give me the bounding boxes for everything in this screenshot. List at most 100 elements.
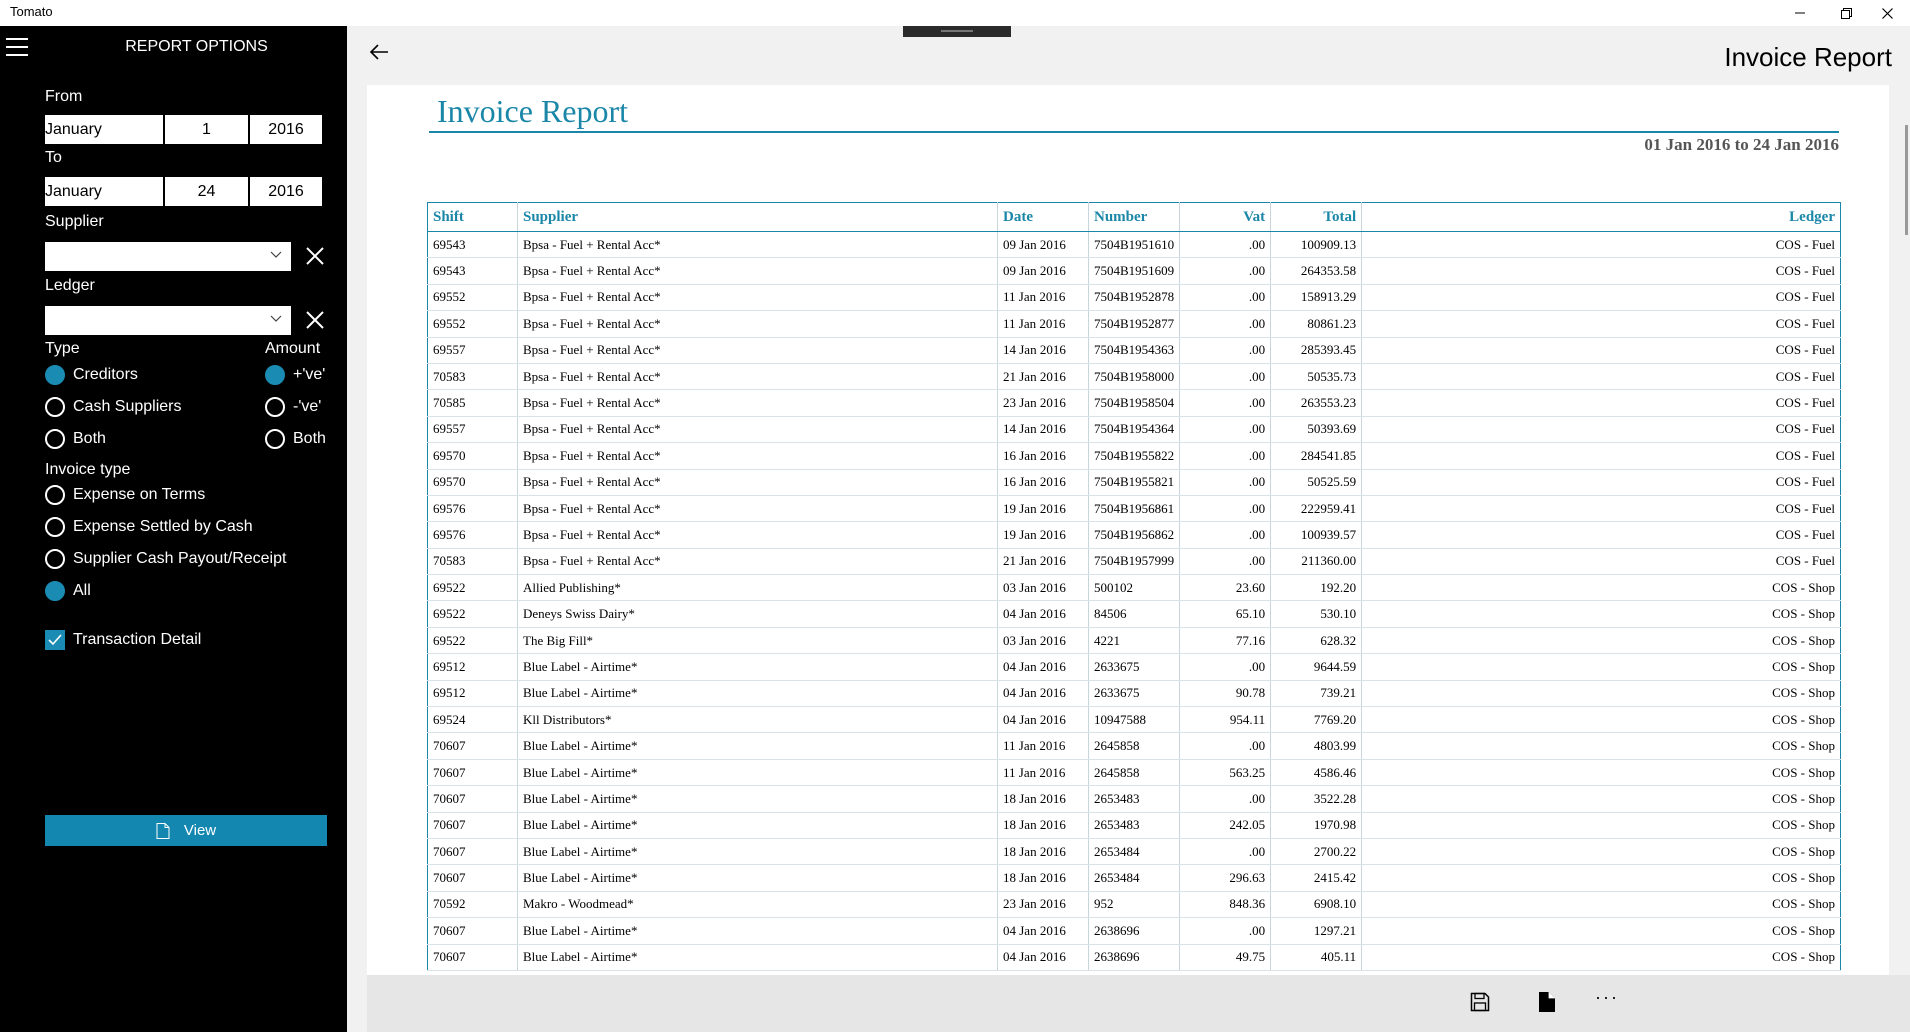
table-cell: 242.05 bbox=[1179, 812, 1271, 839]
from-month-select[interactable]: January bbox=[45, 115, 163, 144]
invoice-type-radio-settled-cash[interactable]: Expense Settled by Cash bbox=[45, 517, 253, 537]
table-row[interactable]: 70592 Makro - Woodmead* 23 Jan 2016 952 848.… bbox=[427, 891, 1841, 919]
table-cell: 70583 bbox=[427, 363, 518, 391]
radio-label: Expense Settled by Cash bbox=[73, 518, 253, 535]
table-cell: Blue Label - Airtime* bbox=[517, 680, 998, 708]
more-options-button[interactable]: ··· bbox=[1595, 987, 1619, 1008]
table-row[interactable]: 69522 Allied Publishing* 03 Jan 2016 500102… bbox=[427, 574, 1841, 602]
table-row[interactable]: 69557 Bpsa - Fuel + Rental Acc* 14 Jan 201… bbox=[427, 337, 1841, 364]
table-cell: 9644.59 bbox=[1270, 653, 1362, 681]
table-cell: Bpsa - Fuel + Rental Acc* bbox=[517, 257, 998, 285]
to-month-select[interactable]: January bbox=[45, 177, 163, 206]
title-bar: Tomato bbox=[0, 0, 1910, 26]
table-cell: 1970.98 bbox=[1270, 812, 1362, 839]
invoice-type-radio-expense-terms[interactable]: Expense on Terms bbox=[45, 485, 205, 505]
table-cell: 14 Jan 2016 bbox=[997, 337, 1089, 364]
table-cell: 23 Jan 2016 bbox=[997, 389, 1089, 417]
type-radio-cash-suppliers[interactable]: Cash Suppliers bbox=[45, 397, 182, 417]
table-cell: 6908.10 bbox=[1270, 891, 1362, 919]
table-cell: COS - Fuel bbox=[1361, 469, 1841, 496]
table-row[interactable]: 69570 Bpsa - Fuel + Rental Acc* 16 Jan 201… bbox=[427, 469, 1841, 496]
ledger-label: Ledger bbox=[45, 277, 95, 294]
table-cell: 7504B1951610 bbox=[1087, 231, 1180, 259]
clear-ledger-icon[interactable] bbox=[303, 308, 327, 332]
table-cell: COS - Shop bbox=[1361, 680, 1841, 708]
table-row[interactable]: 70607 Blue Label - Airtime* 18 Jan 2016 265… bbox=[427, 838, 1841, 866]
table-row[interactable]: 70607 Blue Label - Airtime* 11 Jan 2016 264… bbox=[427, 732, 1841, 760]
from-year-select[interactable]: 2016 bbox=[250, 115, 322, 144]
table-cell: 11 Jan 2016 bbox=[997, 310, 1089, 338]
transaction-detail-checkbox[interactable]: Transaction Detail bbox=[45, 630, 201, 650]
scrollbar-thumb[interactable] bbox=[1905, 125, 1908, 235]
save-icon[interactable] bbox=[1469, 991, 1491, 1013]
to-day-select[interactable]: 24 bbox=[165, 177, 248, 206]
vertical-scrollbar[interactable] bbox=[1904, 85, 1910, 975]
invoice-type-radio-cash-payout[interactable]: Supplier Cash Payout/Receipt bbox=[45, 549, 286, 569]
amount-radio-negative[interactable]: -'ve' bbox=[265, 397, 321, 417]
restore-button[interactable] bbox=[1823, 0, 1869, 26]
table-row[interactable]: 70607 Blue Label - Airtime* 04 Jan 2016 263… bbox=[427, 944, 1841, 971]
close-button[interactable] bbox=[1864, 0, 1910, 26]
from-day-select[interactable]: 1 bbox=[165, 115, 248, 144]
table-cell: 70607 bbox=[427, 812, 518, 839]
table-cell: 7504B1958504 bbox=[1087, 389, 1180, 417]
table-cell: 4803.99 bbox=[1270, 732, 1362, 760]
table-row[interactable]: 69512 Blue Label - Airtime* 04 Jan 2016 263… bbox=[427, 653, 1841, 681]
table-row[interactable]: 69512 Blue Label - Airtime* 04 Jan 2016 263… bbox=[427, 680, 1841, 708]
table-row[interactable]: 69552 Bpsa - Fuel + Rental Acc* 11 Jan 201… bbox=[427, 310, 1841, 338]
amount-radio-both[interactable]: Both bbox=[265, 429, 326, 449]
table-row[interactable]: 70585 Bpsa - Fuel + Rental Acc* 23 Jan 201… bbox=[427, 389, 1841, 417]
document-icon[interactable] bbox=[1536, 991, 1558, 1013]
table-cell: 11 Jan 2016 bbox=[997, 284, 1089, 312]
table-row[interactable]: 70607 Blue Label - Airtime* 18 Jan 2016 265… bbox=[427, 785, 1841, 813]
panel-title: REPORT OPTIONS bbox=[125, 38, 268, 55]
radio-label: Supplier Cash Payout/Receipt bbox=[73, 550, 287, 567]
table-cell: 7504B1958000 bbox=[1087, 363, 1180, 391]
table-row[interactable]: 70583 Bpsa - Fuel + Rental Acc* 21 Jan 201… bbox=[427, 363, 1841, 391]
table-cell: .00 bbox=[1179, 653, 1271, 681]
table-row[interactable]: 69522 Deneys Swiss Dairy* 04 Jan 2016 84506… bbox=[427, 600, 1841, 628]
back-arrow-icon[interactable] bbox=[367, 40, 391, 64]
ledger-dropdown[interactable] bbox=[45, 306, 291, 335]
table-row[interactable]: 69552 Bpsa - Fuel + Rental Acc* 11 Jan 201… bbox=[427, 284, 1841, 312]
table-cell: COS - Fuel bbox=[1361, 442, 1841, 470]
table-cell: COS - Fuel bbox=[1361, 521, 1841, 549]
table-row[interactable]: 69570 Bpsa - Fuel + Rental Acc* 16 Jan 201… bbox=[427, 442, 1841, 470]
table-cell: 69557 bbox=[427, 337, 518, 364]
type-radio-creditors[interactable]: Creditors bbox=[45, 365, 138, 385]
table-row[interactable]: 69576 Bpsa - Fuel + Rental Acc* 19 Jan 201… bbox=[427, 521, 1841, 549]
table-cell: 69576 bbox=[427, 495, 518, 523]
table-row[interactable]: 69557 Bpsa - Fuel + Rental Acc* 14 Jan 201… bbox=[427, 416, 1841, 444]
table-row[interactable]: 70607 Blue Label - Airtime* 04 Jan 2016 263… bbox=[427, 917, 1841, 945]
table-row[interactable]: 70607 Blue Label - Airtime* 18 Jan 2016 265… bbox=[427, 864, 1841, 892]
table-row[interactable]: 69543 Bpsa - Fuel + Rental Acc* 09 Jan 201… bbox=[427, 257, 1841, 285]
table-cell: 18 Jan 2016 bbox=[997, 838, 1089, 866]
table-cell: 70607 bbox=[427, 864, 518, 892]
table-row[interactable]: 69522 The Big Fill* 03 Jan 2016 4221 77.16 62… bbox=[427, 627, 1841, 655]
type-radio-both[interactable]: Both bbox=[45, 429, 106, 449]
table-cell: 7504B1952878 bbox=[1087, 284, 1180, 312]
table-row[interactable]: 69576 Bpsa - Fuel + Rental Acc* 19 Jan 201… bbox=[427, 495, 1841, 523]
supplier-dropdown[interactable] bbox=[45, 242, 291, 271]
table-cell: Blue Label - Airtime* bbox=[517, 917, 998, 945]
table-row[interactable]: 70607 Blue Label - Airtime* 11 Jan 2016 264… bbox=[427, 759, 1841, 787]
table-row[interactable]: 70607 Blue Label - Airtime* 18 Jan 2016 265… bbox=[427, 812, 1841, 839]
table-row[interactable]: 69543 Bpsa - Fuel + Rental Acc* 09 Jan 201… bbox=[427, 231, 1841, 259]
table-row[interactable]: 69524 Kll Distributors* 04 Jan 2016 1094758… bbox=[427, 706, 1841, 734]
table-cell: Blue Label - Airtime* bbox=[517, 759, 998, 787]
invoice-type-radio-all[interactable]: All bbox=[45, 581, 91, 601]
table-cell: 70592 bbox=[427, 891, 518, 919]
clear-supplier-icon[interactable] bbox=[303, 244, 327, 268]
column-header: Number bbox=[1087, 202, 1180, 232]
report-title: Invoice Report bbox=[437, 93, 629, 129]
table-cell: COS - Shop bbox=[1361, 944, 1841, 971]
view-button[interactable]: View bbox=[45, 815, 327, 846]
minimize-button[interactable] bbox=[1777, 0, 1823, 26]
close-icon bbox=[1881, 7, 1893, 19]
table-row[interactable]: 70583 Bpsa - Fuel + Rental Acc* 21 Jan 201… bbox=[427, 548, 1841, 576]
to-year-select[interactable]: 2016 bbox=[250, 177, 322, 206]
table-cell: 2700.22 bbox=[1270, 838, 1362, 866]
command-bar: ··· bbox=[367, 975, 1910, 1032]
drag-handle[interactable] bbox=[903, 26, 1011, 37]
amount-radio-positive[interactable]: +'ve' bbox=[265, 365, 325, 385]
